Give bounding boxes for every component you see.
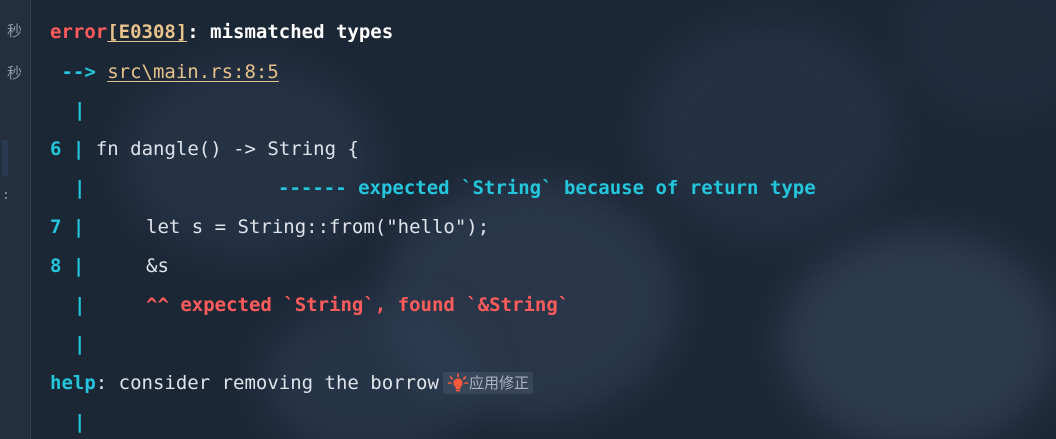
apply-fix-button[interactable]: 应用修正 <box>442 372 533 394</box>
gutter-pipe: | <box>74 294 86 316</box>
gutter-pipe: | <box>74 99 86 121</box>
editor-gutter: 秒 秒 : <box>0 0 31 439</box>
gutter-label: 秒 <box>6 64 22 82</box>
line-number: 8 <box>50 255 62 277</box>
gutter-marker <box>2 140 8 176</box>
gutter-pipe: | <box>74 333 86 355</box>
gutter-pipe: | <box>74 177 86 199</box>
gutter-label: 秒 <box>6 22 22 40</box>
error-header: error[E0308]: mismatched types <box>50 18 393 46</box>
apply-fix-label: 应用修正 <box>468 374 529 392</box>
gutter-pipe: | <box>72 255 85 277</box>
source-code: fn dangle() -> String { <box>95 138 359 160</box>
found-type-annotation: ^^ expected `String`, found `&String` <box>146 294 570 316</box>
source-line-6: 6 | fn dangle() -> String { <box>50 135 359 163</box>
line-number: 7 <box>50 216 62 238</box>
error-location: --> src\main.rs:8:5 <box>50 58 279 86</box>
source-file-link[interactable]: src\main.rs:8:5 <box>107 61 279 83</box>
gutter-pipe: | <box>74 411 86 433</box>
gutter-label: : <box>2 188 12 203</box>
help-keyword: help <box>50 372 96 394</box>
gutter-pipe: | <box>72 216 85 238</box>
source-line-8: 8 | <box>50 252 84 280</box>
error-message: : mismatched types <box>187 21 394 43</box>
gutter-pipe: | <box>72 138 85 160</box>
source-line-7: 7 | <box>50 213 84 241</box>
source-code: let s = String::from("hello"); <box>146 216 490 238</box>
lightbulb-icon <box>447 373 469 392</box>
help-line: help: consider removing the borrow 应用修正 <box>50 369 533 397</box>
error-keyword: error <box>50 21 108 43</box>
compiler-output: error[E0308]: mismatched types --> src\m… <box>50 0 1056 439</box>
help-message: : consider removing the borrow <box>95 372 439 394</box>
location-arrow: --> <box>50 61 96 83</box>
line-number: 6 <box>50 138 62 160</box>
source-code: &s <box>146 255 169 277</box>
return-type-annotation: ------ expected `String` because of retu… <box>278 177 816 199</box>
error-code-link[interactable]: [E0308] <box>107 21 187 43</box>
